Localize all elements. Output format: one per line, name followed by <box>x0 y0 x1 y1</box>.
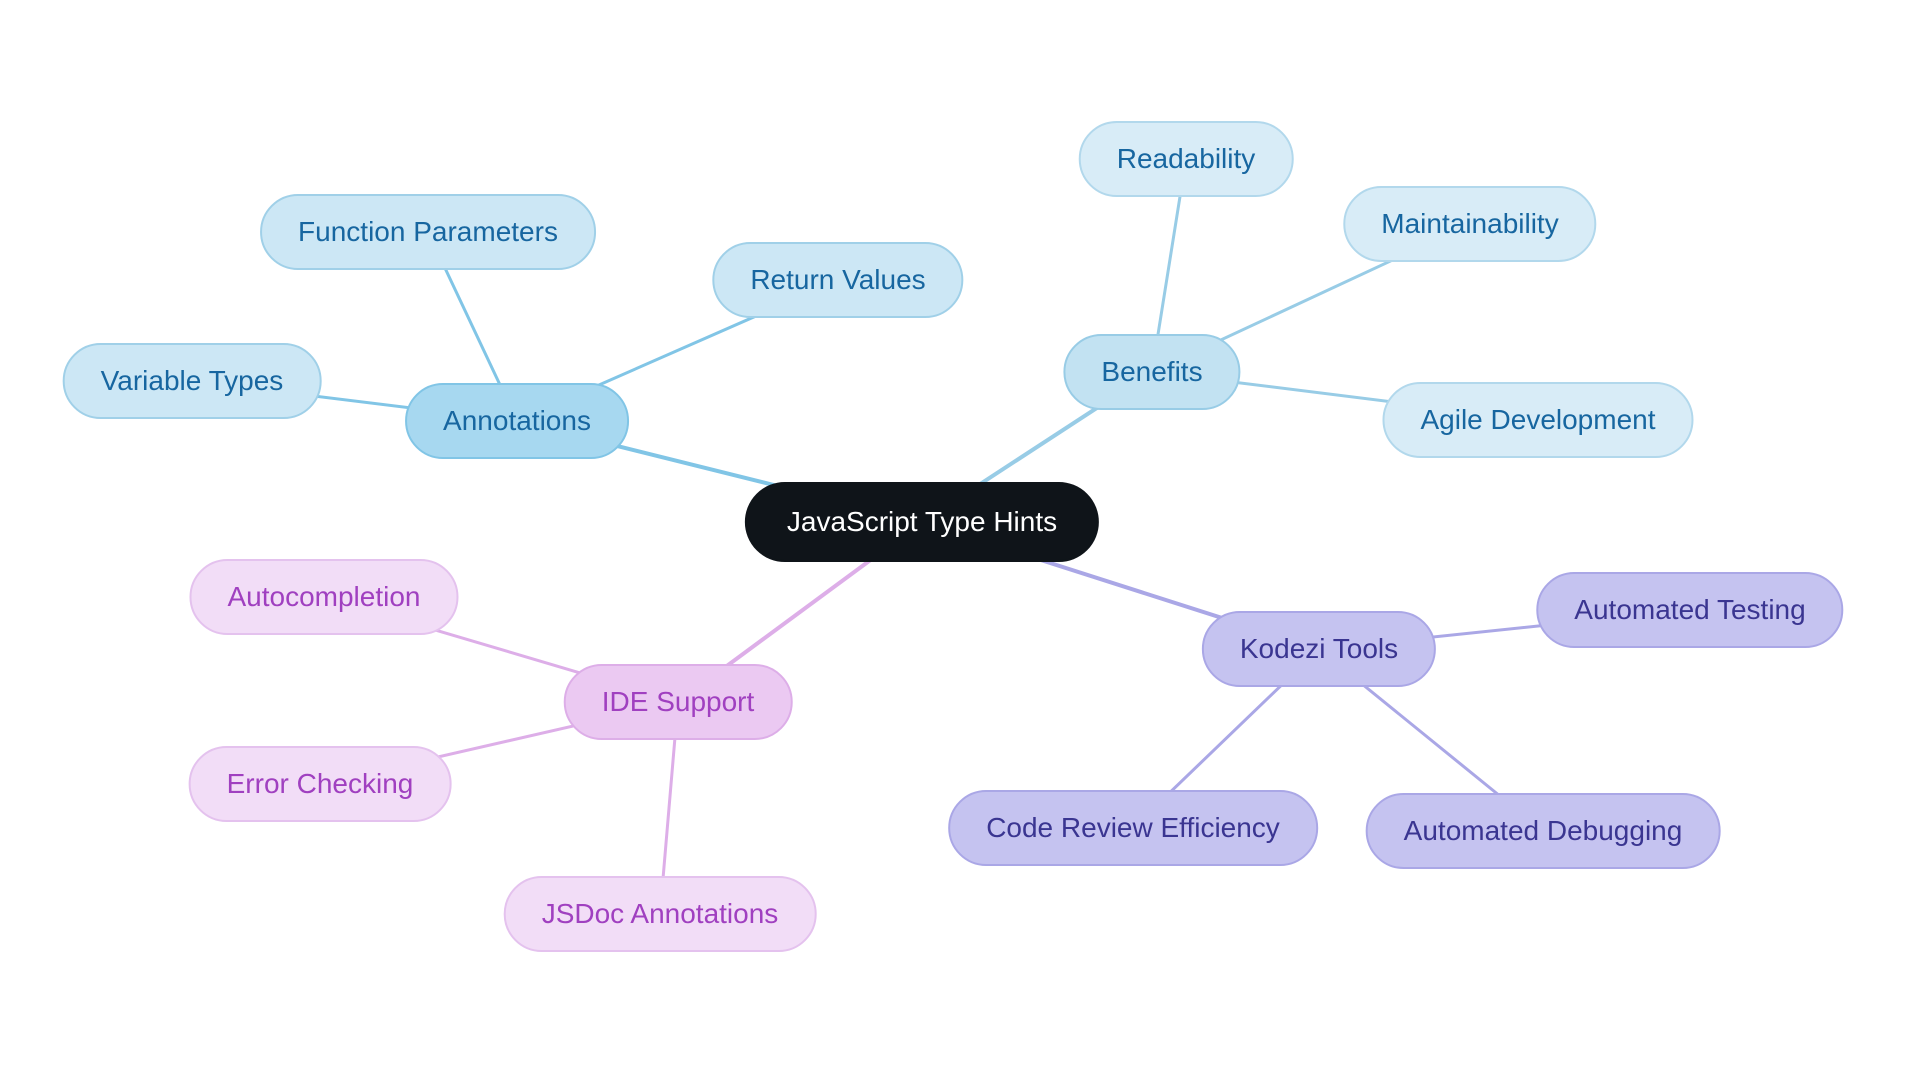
branch-benefits[interactable]: Benefits <box>1063 334 1240 410</box>
leaf-readability[interactable]: Readability <box>1079 121 1294 197</box>
leaf-automated-testing-label: Automated Testing <box>1574 594 1805 626</box>
branch-ide-support-label: IDE Support <box>602 686 755 718</box>
leaf-function-parameters[interactable]: Function Parameters <box>260 194 596 270</box>
center-node-label: JavaScript Type Hints <box>787 506 1057 538</box>
leaf-maintainability-label: Maintainability <box>1381 208 1558 240</box>
leaf-automated-debugging[interactable]: Automated Debugging <box>1366 793 1721 869</box>
leaf-variable-types-label: Variable Types <box>101 365 284 397</box>
branch-ide-support[interactable]: IDE Support <box>564 664 793 740</box>
leaf-automated-testing[interactable]: Automated Testing <box>1536 572 1843 648</box>
branch-annotations[interactable]: Annotations <box>405 383 629 459</box>
leaf-automated-debugging-label: Automated Debugging <box>1404 815 1683 847</box>
leaf-jsdoc-annotations[interactable]: JSDoc Annotations <box>504 876 817 952</box>
leaf-agile-development[interactable]: Agile Development <box>1382 382 1693 458</box>
leaf-variable-types[interactable]: Variable Types <box>63 343 322 419</box>
branch-annotations-label: Annotations <box>443 405 591 437</box>
leaf-agile-development-label: Agile Development <box>1420 404 1655 436</box>
center-node[interactable]: JavaScript Type Hints <box>745 482 1099 562</box>
leaf-code-review-efficiency-label: Code Review Efficiency <box>986 812 1280 844</box>
leaf-autocompletion[interactable]: Autocompletion <box>189 559 458 635</box>
leaf-return-values[interactable]: Return Values <box>712 242 963 318</box>
leaf-error-checking[interactable]: Error Checking <box>189 746 452 822</box>
leaf-error-checking-label: Error Checking <box>227 768 414 800</box>
branch-kodezi-tools[interactable]: Kodezi Tools <box>1202 611 1436 687</box>
branch-benefits-label: Benefits <box>1101 356 1202 388</box>
leaf-return-values-label: Return Values <box>750 264 925 296</box>
leaf-code-review-efficiency[interactable]: Code Review Efficiency <box>948 790 1318 866</box>
leaf-jsdoc-annotations-label: JSDoc Annotations <box>542 898 779 930</box>
leaf-readability-label: Readability <box>1117 143 1256 175</box>
branch-kodezi-tools-label: Kodezi Tools <box>1240 633 1398 665</box>
leaf-function-parameters-label: Function Parameters <box>298 216 558 248</box>
leaf-autocompletion-label: Autocompletion <box>227 581 420 613</box>
leaf-maintainability[interactable]: Maintainability <box>1343 186 1596 262</box>
